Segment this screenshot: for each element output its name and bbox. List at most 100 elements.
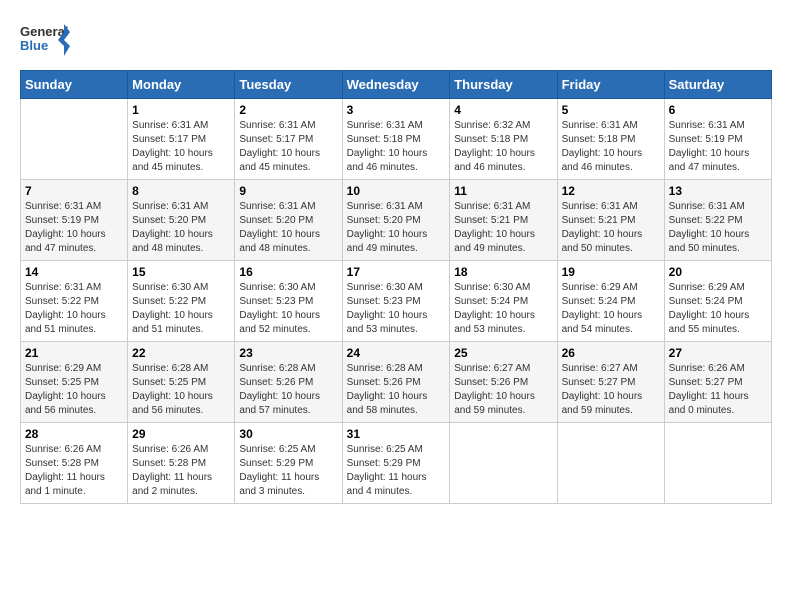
header-cell-sunday: Sunday bbox=[21, 71, 128, 99]
day-number: 13 bbox=[669, 184, 767, 198]
day-cell: 1 Sunrise: 6:31 AMSunset: 5:17 PMDaylight… bbox=[128, 99, 235, 180]
day-number: 15 bbox=[132, 265, 230, 279]
day-number: 6 bbox=[669, 103, 767, 117]
header-row: SundayMondayTuesdayWednesdayThursdayFrid… bbox=[21, 71, 772, 99]
day-cell: 6 Sunrise: 6:31 AMSunset: 5:19 PMDaylight… bbox=[664, 99, 771, 180]
day-cell: 10 Sunrise: 6:31 AMSunset: 5:20 PMDayligh… bbox=[342, 180, 450, 261]
day-info: Sunrise: 6:28 AMSunset: 5:26 PMDaylight:… bbox=[239, 362, 337, 418]
day-number: 19 bbox=[562, 265, 660, 279]
header-cell-wednesday: Wednesday bbox=[342, 71, 450, 99]
day-number: 10 bbox=[347, 184, 446, 198]
day-number: 24 bbox=[347, 346, 446, 360]
day-info: Sunrise: 6:31 AMSunset: 5:19 PMDaylight:… bbox=[25, 200, 123, 256]
day-number: 31 bbox=[347, 427, 446, 441]
header-cell-thursday: Thursday bbox=[450, 71, 557, 99]
day-cell: 24 Sunrise: 6:28 AMSunset: 5:26 PMDayligh… bbox=[342, 342, 450, 423]
day-info: Sunrise: 6:29 AMSunset: 5:25 PMDaylight:… bbox=[25, 362, 123, 418]
day-info: Sunrise: 6:31 AMSunset: 5:17 PMDaylight:… bbox=[239, 119, 337, 175]
day-info: Sunrise: 6:31 AMSunset: 5:20 PMDaylight:… bbox=[239, 200, 337, 256]
day-info: Sunrise: 6:31 AMSunset: 5:17 PMDaylight:… bbox=[132, 119, 230, 175]
day-info: Sunrise: 6:32 AMSunset: 5:18 PMDaylight:… bbox=[454, 119, 552, 175]
day-info: Sunrise: 6:31 AMSunset: 5:18 PMDaylight:… bbox=[347, 119, 446, 175]
day-number: 1 bbox=[132, 103, 230, 117]
day-info: Sunrise: 6:31 AMSunset: 5:22 PMDaylight:… bbox=[25, 281, 123, 337]
day-info: Sunrise: 6:31 AMSunset: 5:20 PMDaylight:… bbox=[347, 200, 446, 256]
day-cell: 13 Sunrise: 6:31 AMSunset: 5:22 PMDayligh… bbox=[664, 180, 771, 261]
day-cell: 21Sunrise: 6:29 AMSunset: 5:25 PMDayligh… bbox=[21, 342, 128, 423]
header-cell-tuesday: Tuesday bbox=[235, 71, 342, 99]
day-cell: 31 Sunrise: 6:25 AMSunset: 5:29 PMDayligh… bbox=[342, 423, 450, 504]
day-number: 26 bbox=[562, 346, 660, 360]
header-cell-monday: Monday bbox=[128, 71, 235, 99]
week-row-1: 1 Sunrise: 6:31 AMSunset: 5:17 PMDaylight… bbox=[21, 99, 772, 180]
day-cell: 3 Sunrise: 6:31 AMSunset: 5:18 PMDaylight… bbox=[342, 99, 450, 180]
day-cell: 14 Sunrise: 6:31 AMSunset: 5:22 PMDayligh… bbox=[21, 261, 128, 342]
calendar-body: 1 Sunrise: 6:31 AMSunset: 5:17 PMDaylight… bbox=[21, 99, 772, 504]
day-info: Sunrise: 6:30 AMSunset: 5:23 PMDaylight:… bbox=[239, 281, 337, 337]
header-cell-saturday: Saturday bbox=[664, 71, 771, 99]
logo: General Blue bbox=[20, 20, 70, 60]
day-info: Sunrise: 6:26 AMSunset: 5:27 PMDaylight:… bbox=[669, 362, 767, 418]
day-number: 5 bbox=[562, 103, 660, 117]
day-info: Sunrise: 6:31 AMSunset: 5:18 PMDaylight:… bbox=[562, 119, 660, 175]
week-row-4: 21Sunrise: 6:29 AMSunset: 5:25 PMDayligh… bbox=[21, 342, 772, 423]
day-number: 9 bbox=[239, 184, 337, 198]
day-cell: 5 Sunrise: 6:31 AMSunset: 5:18 PMDaylight… bbox=[557, 99, 664, 180]
day-cell: 7 Sunrise: 6:31 AMSunset: 5:19 PMDaylight… bbox=[21, 180, 128, 261]
day-number: 16 bbox=[239, 265, 337, 279]
week-row-5: 28 Sunrise: 6:26 AMSunset: 5:28 PMDayligh… bbox=[21, 423, 772, 504]
day-number: 2 bbox=[239, 103, 337, 117]
day-cell: 25Sunrise: 6:27 AMSunset: 5:26 PMDayligh… bbox=[450, 342, 557, 423]
day-cell: 11 Sunrise: 6:31 AMSunset: 5:21 PMDayligh… bbox=[450, 180, 557, 261]
day-cell: 17Sunrise: 6:30 AMSunset: 5:23 PMDayligh… bbox=[342, 261, 450, 342]
day-info: Sunrise: 6:30 AMSunset: 5:24 PMDaylight:… bbox=[454, 281, 552, 337]
day-cell bbox=[450, 423, 557, 504]
day-number: 28 bbox=[25, 427, 123, 441]
day-number: 14 bbox=[25, 265, 123, 279]
day-number: 8 bbox=[132, 184, 230, 198]
day-number: 27 bbox=[669, 346, 767, 360]
day-info: Sunrise: 6:29 AMSunset: 5:24 PMDaylight:… bbox=[669, 281, 767, 337]
day-number: 25 bbox=[454, 346, 552, 360]
day-cell: 2 Sunrise: 6:31 AMSunset: 5:17 PMDaylight… bbox=[235, 99, 342, 180]
day-info: Sunrise: 6:26 AMSunset: 5:28 PMDaylight:… bbox=[25, 443, 123, 499]
day-cell: 16 Sunrise: 6:30 AMSunset: 5:23 PMDayligh… bbox=[235, 261, 342, 342]
day-number: 29 bbox=[132, 427, 230, 441]
day-cell bbox=[664, 423, 771, 504]
day-info: Sunrise: 6:27 AMSunset: 5:27 PMDaylight:… bbox=[562, 362, 660, 418]
day-cell: 9 Sunrise: 6:31 AMSunset: 5:20 PMDaylight… bbox=[235, 180, 342, 261]
day-info: Sunrise: 6:31 AMSunset: 5:19 PMDaylight:… bbox=[669, 119, 767, 175]
day-cell: 4 Sunrise: 6:32 AMSunset: 5:18 PMDaylight… bbox=[450, 99, 557, 180]
day-cell: 19 Sunrise: 6:29 AMSunset: 5:24 PMDayligh… bbox=[557, 261, 664, 342]
day-info: Sunrise: 6:31 AMSunset: 5:21 PMDaylight:… bbox=[454, 200, 552, 256]
logo-svg: General Blue bbox=[20, 20, 70, 60]
day-number: 18 bbox=[454, 265, 552, 279]
day-info: Sunrise: 6:31 AMSunset: 5:22 PMDaylight:… bbox=[669, 200, 767, 256]
calendar-table: SundayMondayTuesdayWednesdayThursdayFrid… bbox=[20, 70, 772, 504]
day-number: 3 bbox=[347, 103, 446, 117]
day-number: 4 bbox=[454, 103, 552, 117]
day-info: Sunrise: 6:31 AMSunset: 5:21 PMDaylight:… bbox=[562, 200, 660, 256]
svg-text:Blue: Blue bbox=[20, 38, 48, 53]
day-info: Sunrise: 6:25 AMSunset: 5:29 PMDaylight:… bbox=[239, 443, 337, 499]
day-cell: 23 Sunrise: 6:28 AMSunset: 5:26 PMDayligh… bbox=[235, 342, 342, 423]
day-cell: 22Sunrise: 6:28 AMSunset: 5:25 PMDayligh… bbox=[128, 342, 235, 423]
day-cell: 18 Sunrise: 6:30 AMSunset: 5:24 PMDayligh… bbox=[450, 261, 557, 342]
day-number: 17 bbox=[347, 265, 446, 279]
day-cell: 27 Sunrise: 6:26 AMSunset: 5:27 PMDayligh… bbox=[664, 342, 771, 423]
day-info: Sunrise: 6:28 AMSunset: 5:25 PMDaylight:… bbox=[132, 362, 230, 418]
day-info: Sunrise: 6:25 AMSunset: 5:29 PMDaylight:… bbox=[347, 443, 446, 499]
day-cell: 28 Sunrise: 6:26 AMSunset: 5:28 PMDayligh… bbox=[21, 423, 128, 504]
day-number: 23 bbox=[239, 346, 337, 360]
day-info: Sunrise: 6:26 AMSunset: 5:28 PMDaylight:… bbox=[132, 443, 230, 499]
day-number: 7 bbox=[25, 184, 123, 198]
day-number: 11 bbox=[454, 184, 552, 198]
day-info: Sunrise: 6:28 AMSunset: 5:26 PMDaylight:… bbox=[347, 362, 446, 418]
day-cell: 15 Sunrise: 6:30 AMSunset: 5:22 PMDayligh… bbox=[128, 261, 235, 342]
week-row-2: 7 Sunrise: 6:31 AMSunset: 5:19 PMDaylight… bbox=[21, 180, 772, 261]
day-info: Sunrise: 6:31 AMSunset: 5:20 PMDaylight:… bbox=[132, 200, 230, 256]
day-info: Sunrise: 6:29 AMSunset: 5:24 PMDaylight:… bbox=[562, 281, 660, 337]
week-row-3: 14 Sunrise: 6:31 AMSunset: 5:22 PMDayligh… bbox=[21, 261, 772, 342]
day-info: Sunrise: 6:30 AMSunset: 5:22 PMDaylight:… bbox=[132, 281, 230, 337]
day-cell: 26 Sunrise: 6:27 AMSunset: 5:27 PMDayligh… bbox=[557, 342, 664, 423]
